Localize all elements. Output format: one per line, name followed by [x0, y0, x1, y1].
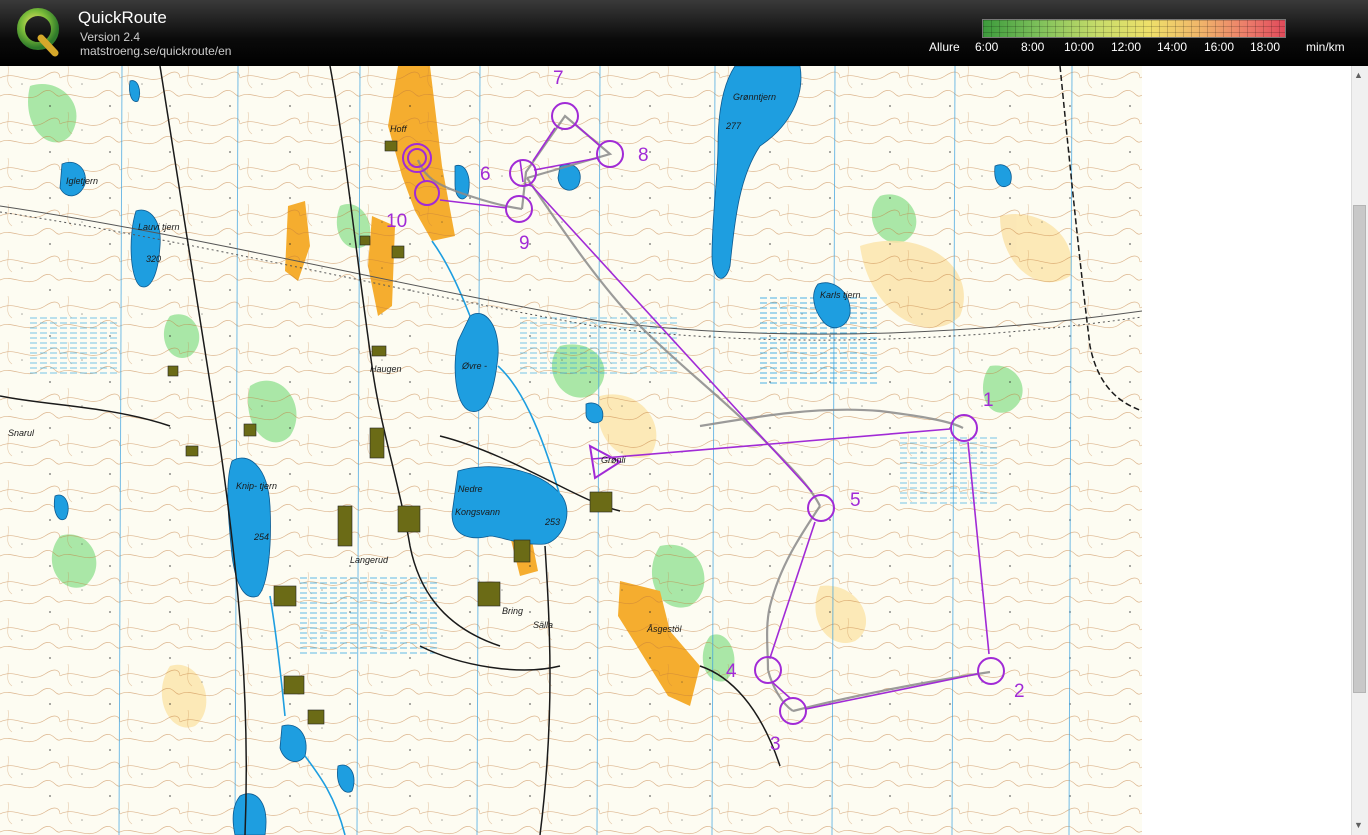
pace-tick: 10:00: [1064, 40, 1095, 54]
place-name: 277: [725, 121, 742, 131]
control-number-3: 3: [770, 734, 781, 755]
place-name: Bring: [502, 606, 523, 616]
place-name: Øvre -: [461, 361, 487, 371]
place-name: Karls tjern: [820, 290, 861, 300]
control-number-10: 10: [386, 211, 407, 232]
control-number-2: 2: [1014, 681, 1025, 702]
place-name: Haugen: [370, 364, 402, 374]
place-name: Lauvi tjern: [138, 222, 180, 232]
pace-tick: 6:00: [975, 40, 999, 54]
place-name: Hoff: [390, 124, 408, 134]
pace-tick: 18:00: [1250, 40, 1281, 54]
place-name: Igletjern: [66, 176, 98, 186]
place-name: Knip- tjern: [236, 481, 277, 491]
app-title: QuickRoute: [78, 8, 167, 27]
pace-tick: 12:00: [1111, 40, 1142, 54]
place-name: Snarul: [8, 428, 35, 438]
place-name: Grønli: [601, 455, 627, 465]
control-number-4: 4: [726, 661, 737, 682]
pace-tick: 14:00: [1157, 40, 1188, 54]
place-name: 253: [544, 517, 560, 527]
pace-caption: Allure: [929, 40, 960, 54]
side-panel: [1142, 66, 1351, 835]
scrollbar-thumb[interactable]: [1353, 205, 1366, 693]
place-name: 254: [253, 532, 269, 542]
quickroute-logo-icon: [17, 8, 59, 57]
orienteering-map[interactable]: 1 2 3 4 5 6 7 8 9 10 Hoff Igletjern Lauv…: [0, 66, 1142, 835]
control-number-8: 8: [638, 145, 649, 166]
scroll-up-arrow-icon[interactable]: ▲: [1354, 70, 1363, 80]
control-number-5: 5: [850, 490, 861, 511]
pace-tick: 16:00: [1204, 40, 1235, 54]
scroll-down-arrow-icon[interactable]: ▼: [1354, 820, 1363, 830]
control-number-6: 6: [480, 164, 491, 185]
place-name: Åsgestöl: [646, 624, 683, 634]
place-name: Sälla: [533, 620, 553, 630]
app-url: matstroeng.se/quickroute/en: [80, 44, 232, 58]
place-name: Kongsvann: [455, 507, 500, 517]
pace-tick: 8:00: [1021, 40, 1045, 54]
place-name: Nedre: [458, 484, 483, 494]
control-number-1: 1: [983, 390, 994, 411]
control-number-9: 9: [519, 233, 530, 254]
pace-color-scale: [982, 19, 1286, 38]
place-name: 320: [146, 254, 161, 264]
map-drawing[interactable]: 1 2 3 4 5 6 7 8 9 10 Hoff Igletjern Lauv…: [0, 66, 1142, 835]
app-version: Version 2.4: [80, 30, 141, 44]
place-name: Grønntjern: [733, 92, 776, 102]
pace-unit: min/km: [1306, 40, 1345, 54]
place-name: Langerud: [350, 555, 389, 565]
title-bar: QuickRoute Version 2.4 matstroeng.se/qui…: [0, 0, 1368, 66]
control-number-7: 7: [553, 68, 564, 89]
